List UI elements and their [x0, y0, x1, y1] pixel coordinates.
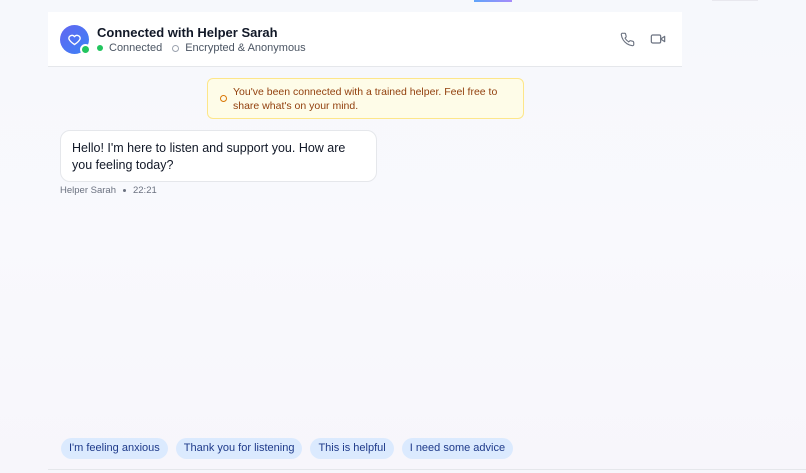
message-sender: Helper Sarah — [60, 185, 116, 196]
connection-notice: You've been connected with a trained hel… — [207, 78, 524, 119]
quick-reply-need-advice[interactable]: I need some advice — [401, 438, 514, 459]
chat-header: Connected with Helper Sarah Connected En… — [48, 12, 682, 67]
info-icon — [220, 95, 227, 102]
message-time: 22:21 — [132, 185, 157, 196]
message-meta: Helper Sarah 22:21 — [60, 185, 157, 196]
encrypted-icon — [172, 44, 180, 52]
separator-dot — [122, 189, 126, 192]
quick-replies: I'm feeling anxious Thank you for listen… — [61, 438, 514, 459]
connected-dot-icon — [97, 45, 103, 51]
phone-icon — [620, 32, 634, 46]
online-indicator — [80, 44, 91, 55]
top-accent-bar — [474, 0, 512, 2]
status-row: Connected Encrypted & Anonymous — [97, 42, 306, 54]
security-status: Encrypted & Anonymous — [185, 42, 306, 54]
message-bubble: Hello! I'm here to listen and support yo… — [60, 130, 377, 182]
composer-divider — [48, 469, 806, 470]
quick-reply-feeling-anxious[interactable]: I'm feeling anxious — [61, 438, 168, 459]
connection-status: Connected — [109, 42, 163, 54]
notice-text: You've been connected with a trained hel… — [233, 86, 498, 112]
chat-title: Connected with Helper Sarah — [97, 25, 278, 40]
top-divider — [712, 0, 758, 1]
quick-reply-thank-you[interactable]: Thank you for listening — [175, 438, 303, 459]
quick-reply-helpful[interactable]: This is helpful — [310, 438, 394, 459]
message-text: Hello! I'm here to listen and support yo… — [72, 141, 346, 172]
call-button[interactable] — [618, 30, 636, 48]
heart-icon — [68, 34, 81, 46]
video-call-button[interactable] — [649, 30, 667, 48]
video-icon — [650, 34, 666, 44]
